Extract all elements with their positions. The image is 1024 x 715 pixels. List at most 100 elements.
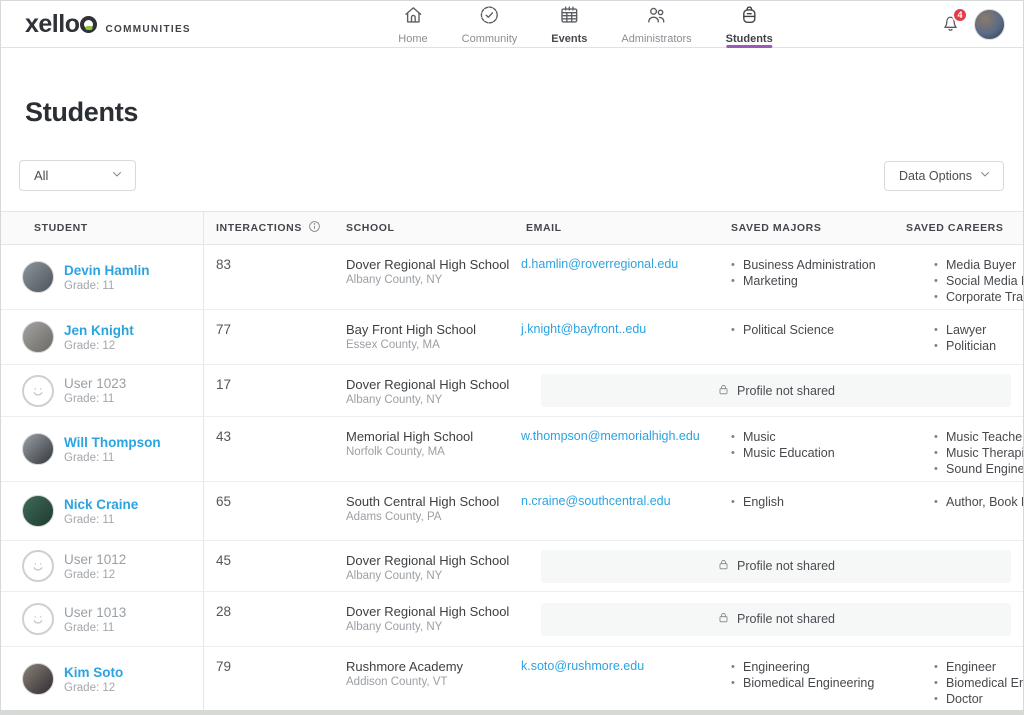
- notification-count-badge: 4: [952, 7, 968, 23]
- detail-cell: d.hamlin@roverregional.eduBusiness Admin…: [511, 245, 1024, 309]
- list-item: Doctor: [934, 691, 1024, 707]
- saved-careers-list: Media BuyerSocial Media ManagerCorporate…: [901, 257, 1024, 305]
- student-identity: Devin Hamlin Grade: 11: [64, 263, 150, 292]
- filter-bar: All Data Options: [19, 160, 1004, 191]
- school-name: Dover Regional High School: [346, 377, 511, 392]
- list-item: Engineering: [731, 659, 901, 675]
- list-item: Biomedical Engineer: [934, 675, 1024, 691]
- school-name: Dover Regional High School: [346, 553, 511, 568]
- nav-item-administrators[interactable]: Administrators: [604, 1, 708, 48]
- school-cell: Memorial High School Norfolk County, MA: [331, 417, 511, 481]
- student-name-link[interactable]: Will Thompson: [64, 435, 161, 450]
- list-item: Politician: [934, 338, 1023, 354]
- saved-majors-list: Political Science: [716, 322, 901, 360]
- chevron-down-icon: [979, 167, 991, 185]
- column-header-interactions: INTERACTIONS: [204, 220, 331, 236]
- account-avatar[interactable]: [974, 9, 1005, 40]
- school-name: Bay Front High School: [346, 322, 511, 337]
- table-row: Devin Hamlin Grade: 11 83 Dover Regional…: [1, 245, 1023, 310]
- school-location: Addison County, VT: [346, 676, 511, 688]
- student-grade: Grade: 11: [64, 452, 161, 464]
- lock-icon: [717, 558, 730, 574]
- page-title: Students: [25, 97, 1023, 128]
- student-cell: Jen Knight Grade: 12: [1, 310, 204, 364]
- column-header-email: EMAIL: [511, 222, 716, 234]
- list-item: Biomedical Engineering: [731, 675, 901, 691]
- list-item: Music Teacher: [934, 429, 1024, 445]
- avatar: [22, 321, 54, 353]
- student-name-link[interactable]: Nick Craine: [64, 497, 138, 512]
- school-cell: Bay Front High School Essex County, MA: [331, 310, 511, 364]
- nav-item-students[interactable]: Students: [709, 1, 790, 48]
- saved-careers-list: EngineerBiomedical EngineerDoctor: [901, 659, 1024, 707]
- student-name-link[interactable]: Kim Soto: [64, 665, 123, 680]
- lock-icon: [717, 383, 730, 399]
- school-cell: Dover Regional High School Albany County…: [331, 365, 511, 416]
- table-row: Will Thompson Grade: 11 43 Memorial High…: [1, 417, 1023, 482]
- interactions-cell: 83: [204, 245, 331, 309]
- student-email-link[interactable]: k.soto@rushmore.edu: [511, 659, 716, 707]
- xello-logo-o-mark: [80, 16, 97, 33]
- student-name-link[interactable]: Devin Hamlin: [64, 263, 150, 278]
- column-header-saved-careers: SAVED CAREERS: [901, 222, 1023, 234]
- school-name: South Central High School: [346, 494, 511, 509]
- student-email-link[interactable]: n.craine@southcentral.edu: [511, 494, 716, 536]
- student-email-link[interactable]: d.hamlin@roverregional.edu: [511, 257, 716, 305]
- student-identity: User 1013 Grade: 11: [64, 605, 126, 634]
- school-location: Adams County, PA: [346, 511, 511, 523]
- brand-suffix-label: COMMUNITIES: [105, 24, 190, 35]
- student-cell: Nick Craine Grade: 11: [1, 482, 204, 540]
- student-grade: Grade: 12: [64, 340, 134, 352]
- detail-cell: Profile not shared: [511, 541, 1023, 591]
- detail-cell: n.craine@southcentral.edu English Author, …: [511, 482, 1024, 540]
- interactions-cell: 79: [204, 647, 331, 711]
- column-header-saved-majors: SAVED MAJORS: [716, 222, 901, 234]
- avatar: [22, 433, 54, 465]
- saved-careers-list: Author, Book Editor: [901, 494, 1024, 536]
- list-item: Author, Book Editor: [934, 494, 1024, 510]
- table-row: User 1012 Grade: 12 45 Dover Regional Hi…: [1, 541, 1023, 592]
- student-identity: User 1012 Grade: 12: [64, 552, 126, 581]
- school-cell: South Central High School Adams County, …: [331, 482, 511, 540]
- list-item: English: [731, 494, 901, 510]
- info-icon[interactable]: [308, 220, 321, 236]
- brand-logo[interactable]: xello COMMUNITIES: [25, 12, 191, 37]
- student-filter-dropdown[interactable]: All: [19, 160, 136, 191]
- student-identity: Kim Soto Grade: 12: [64, 665, 123, 694]
- table-row: Nick Craine Grade: 11 65 South Central H…: [1, 482, 1023, 541]
- student-email-link[interactable]: j.knight@bayfront..edu: [511, 322, 716, 360]
- school-name: Dover Regional High School: [346, 257, 511, 272]
- nav-label: Administrators: [621, 33, 691, 45]
- xello-logo: xello: [25, 12, 79, 37]
- school-cell: Dover Regional High School Albany County…: [331, 245, 511, 309]
- anonymous-avatar-icon: [22, 375, 54, 407]
- events-icon: [558, 4, 580, 31]
- saved-careers-list: Music TeacherMusic TherapistSound Engine…: [901, 429, 1024, 477]
- interactions-cell: 77: [204, 310, 331, 364]
- student-email-link[interactable]: w.thompson@memorialhigh.edu: [511, 429, 716, 477]
- school-cell: Rushmore Academy Addison County, VT: [331, 647, 511, 711]
- detail-cell: j.knight@bayfront..eduPolitical ScienceL…: [511, 310, 1023, 364]
- list-item: Music Therapist: [934, 445, 1024, 461]
- nav-item-community[interactable]: Community: [445, 1, 535, 48]
- student-name: User 1013: [64, 605, 126, 620]
- top-navigation-bar: xello COMMUNITIES Home Community Events …: [1, 1, 1023, 48]
- nav-label: Home: [398, 33, 427, 45]
- list-item: Media Buyer: [934, 257, 1024, 273]
- student-identity: Nick Craine Grade: 11: [64, 497, 138, 526]
- home-icon: [402, 4, 424, 31]
- profile-not-shared-label: Profile not shared: [737, 612, 835, 626]
- student-identity: Jen Knight Grade: 12: [64, 323, 134, 352]
- interactions-cell: 28: [204, 592, 331, 646]
- app-window: xello COMMUNITIES Home Community Events …: [0, 0, 1024, 715]
- data-options-dropdown[interactable]: Data Options: [884, 161, 1004, 191]
- column-header-school: SCHOOL: [331, 222, 511, 234]
- table-rows: Devin Hamlin Grade: 11 83 Dover Regional…: [1, 245, 1023, 712]
- data-options-label: Data Options: [899, 169, 972, 183]
- student-grade: Grade: 11: [64, 622, 126, 634]
- nav-item-events[interactable]: Events: [534, 1, 604, 48]
- notifications-bell-button[interactable]: 4: [940, 12, 961, 38]
- nav-item-home[interactable]: Home: [381, 1, 444, 48]
- student-name-link[interactable]: Jen Knight: [64, 323, 134, 338]
- student-cell: Kim Soto Grade: 12: [1, 647, 204, 711]
